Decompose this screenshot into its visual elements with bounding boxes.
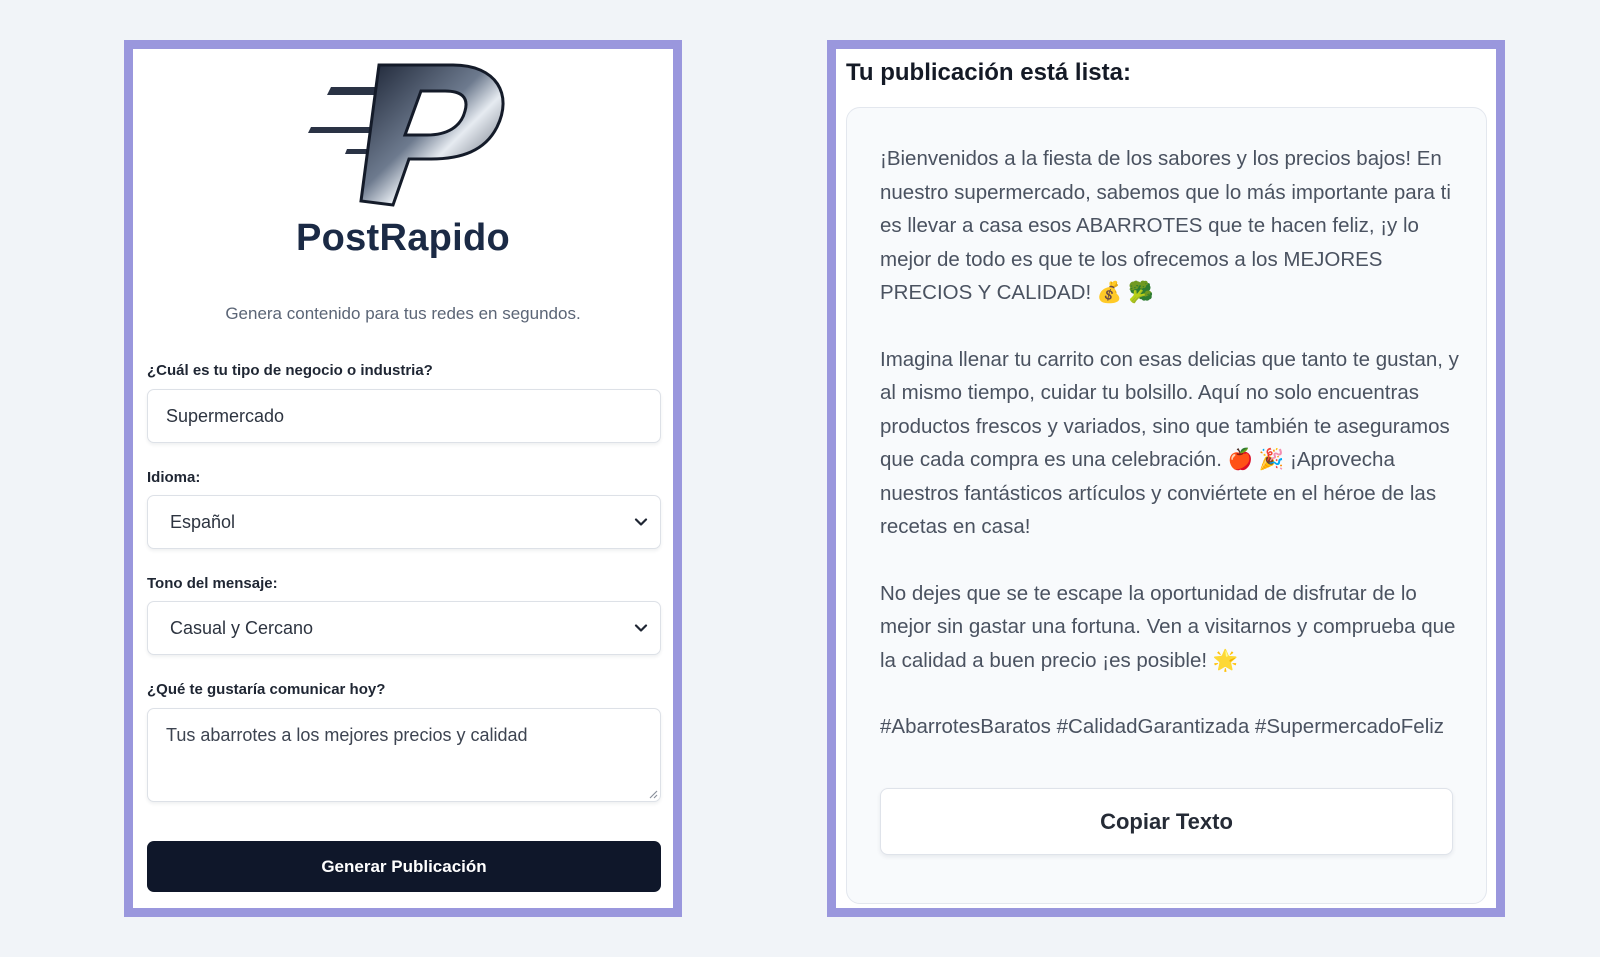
tone-label: Tono del mensaje: [147, 575, 278, 592]
generate-post-button[interactable]: Generar Publicación [147, 841, 661, 892]
message-label: ¿Qué te gustaría comunicar hoy? [147, 681, 386, 698]
result-panel: Tu publicación está lista: ¡Bienvenidos … [827, 40, 1505, 917]
post-paragraph: No dejes que se te escape la oportunidad… [880, 581, 1456, 672]
copy-text-button[interactable]: Copiar Texto [880, 788, 1453, 855]
logo [133, 53, 673, 207]
business-input-value: Supermercado [166, 405, 285, 426]
result-title: Tu publicación está lista: [846, 59, 1131, 86]
language-select[interactable]: Español [147, 495, 661, 549]
tone-select[interactable]: Casual y Cercano [147, 601, 661, 655]
generator-form-panel: PostRapido Genera contenido para tus red… [124, 40, 682, 917]
post-paragraph: ¡Bienvenidos a la fiesta de los sabores … [880, 147, 1451, 304]
post-paragraph: Imagina llenar tu carrito con esas delic… [880, 347, 1459, 539]
business-input[interactable]: Supermercado [147, 389, 661, 443]
resize-handle-icon[interactable] [648, 789, 658, 799]
message-textarea-value: Tus abarrotes a los mejores precios y ca… [166, 725, 528, 745]
generated-post-card: ¡Bienvenidos a la fiesta de los sabores … [846, 107, 1487, 904]
language-label: Idioma: [147, 469, 201, 486]
business-label: ¿Cuál es tu tipo de negocio o industria? [147, 362, 433, 379]
generated-post-text: ¡Bienvenidos a la fiesta de los sabores … [880, 142, 1460, 744]
chevron-down-icon [634, 624, 648, 632]
post-hashtags: #AbarrotesBaratos #CalidadGarantizada #S… [880, 715, 1445, 738]
brand-name: PostRapido [295, 217, 511, 259]
chevron-down-icon [634, 518, 648, 526]
tagline: Genera contenido para tus redes en segun… [225, 304, 581, 323]
language-select-value: Español [170, 511, 236, 532]
message-textarea[interactable]: Tus abarrotes a los mejores precios y ca… [147, 708, 661, 802]
tone-select-value: Casual y Cercano [170, 617, 314, 638]
postrapido-logo-icon [308, 63, 505, 207]
